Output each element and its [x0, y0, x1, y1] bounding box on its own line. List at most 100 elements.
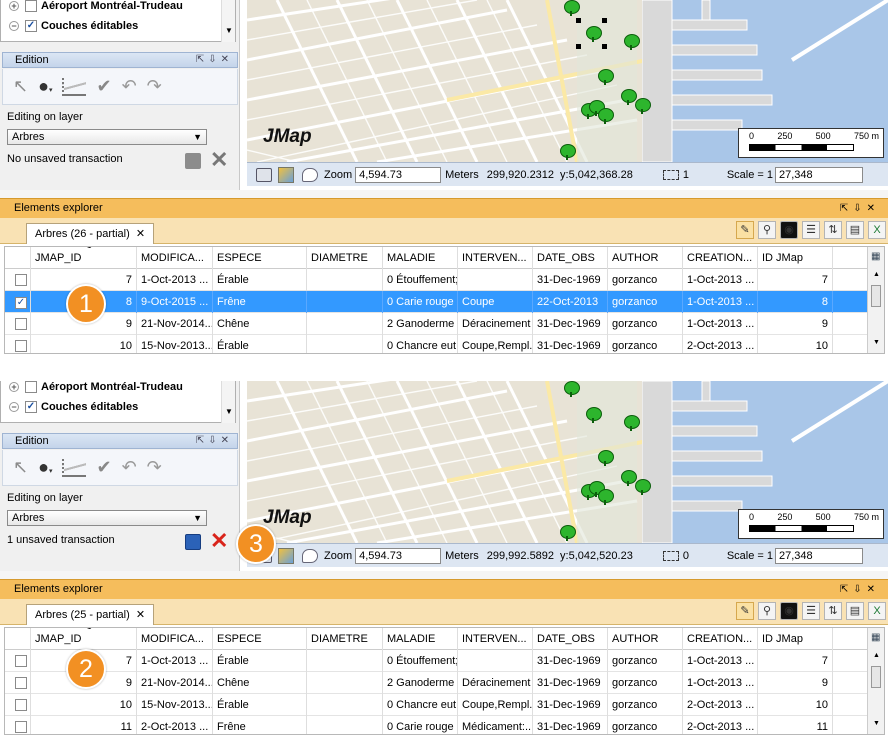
excel-icon[interactable]: X [868, 221, 886, 239]
row-checkbox[interactable] [15, 655, 27, 667]
map-legend-icon[interactable] [278, 166, 294, 183]
header-select-cell[interactable] [5, 628, 31, 650]
columns-chooser-icon[interactable]: ▦ [871, 251, 880, 262]
row-checkbox[interactable] [15, 318, 27, 330]
scroll-thumb[interactable] [871, 285, 881, 307]
grid-icon[interactable]: ▤ [846, 602, 864, 620]
grid-icon[interactable]: ▤ [846, 221, 864, 239]
tree-icon[interactable] [634, 479, 651, 495]
layer-tab[interactable]: Arbres (25 - partial) ✕ [26, 604, 155, 625]
close-icon[interactable]: ✕ [136, 228, 145, 240]
tree-icon[interactable] [623, 34, 640, 50]
tree-icon[interactable] [623, 415, 640, 431]
table-row[interactable]: 9 21-Nov-2014...Chêne 2 Ganoderme ...Dérac… [5, 313, 867, 335]
layer-scrollbar[interactable]: ▼ [221, 381, 235, 423]
columns-chooser-icon[interactable]: ▦ [871, 632, 880, 643]
columns-icon[interactable]: ☰ [802, 221, 820, 239]
expand-icon[interactable]: + [9, 1, 19, 11]
close-icon[interactable]: ✕ [136, 609, 145, 621]
layer-scrollbar[interactable]: ▼ [221, 0, 235, 42]
tree-icon[interactable] [559, 525, 576, 541]
panel-controls[interactable]: ⇱⇩✕ [196, 54, 233, 65]
column-header[interactable]: DATE_OBS [533, 247, 608, 269]
row-checkbox[interactable] [15, 677, 27, 689]
map-legend-icon[interactable] [278, 547, 294, 564]
point-icon[interactable]: ●▾ [38, 76, 52, 97]
tree-icon[interactable] [597, 69, 614, 85]
column-header[interactable]: CREATION... [683, 247, 758, 269]
column-header[interactable]: JMAP_ID [31, 247, 137, 269]
panel-controls[interactable]: ⇱⇩✕ [196, 435, 233, 446]
zoom-to-icon[interactable]: ◉ [780, 221, 798, 239]
layer-row[interactable]: + Aéroport Montréal-Trudeau [9, 378, 183, 396]
columns-icon[interactable]: ☰ [802, 602, 820, 620]
zoom-input[interactable]: 4,594.73 [355, 166, 442, 183]
layer-checkbox[interactable]: ✓ [25, 401, 37, 413]
edit-node-icon[interactable]: ✔ [96, 457, 111, 478]
zoom-input[interactable]: 4,594.73 [355, 547, 442, 564]
magnifier-icon[interactable]: ⚲ [758, 221, 776, 239]
excel-icon[interactable]: X [868, 602, 886, 620]
undo-icon[interactable]: ↶ [122, 457, 137, 478]
redo-icon[interactable]: ↷ [147, 457, 162, 478]
tree-icon[interactable] [597, 489, 614, 505]
undo-icon[interactable]: ↶ [122, 76, 137, 97]
tree-icon[interactable] [597, 108, 614, 124]
column-header[interactable]: MODIFICA... [137, 628, 213, 650]
column-header[interactable]: MALADIE [383, 628, 458, 650]
selection-handle[interactable] [576, 18, 581, 23]
layer-checkbox[interactable] [25, 0, 37, 12]
scroll-thumb[interactable] [871, 666, 881, 688]
tooltip-icon[interactable] [302, 548, 318, 563]
tree-icon[interactable] [634, 98, 651, 114]
table-scrollbar[interactable]: ▦ ▲ ▼ [867, 628, 884, 734]
table-row[interactable]: 10 15-Nov-2013... Érable 0 Chancre eut... Co… [5, 335, 867, 353]
table-row[interactable]: ✓ 8 9-Oct-2015 ... Frêne 0 Carie rouge ... Co… [5, 291, 867, 313]
sort-icon[interactable]: ⇅ [824, 221, 842, 239]
layer-row[interactable]: + Aéroport Montréal-Trudeau [9, 0, 183, 15]
table-row[interactable]: 10 15-Nov-2013... Érable 0 Chancre eut... Co… [5, 694, 867, 716]
layer-select[interactable]: Arbres ▼ [7, 129, 207, 145]
column-header[interactable]: JMAP_ID [31, 628, 137, 650]
pencil-icon[interactable]: ✎ [736, 602, 754, 620]
row-checkbox[interactable]: ✓ [15, 297, 27, 309]
layer-row[interactable]: − ✓ Couches éditables [9, 398, 138, 416]
splitter[interactable] [0, 571, 888, 579]
column-header[interactable]: INTERVEN... [458, 628, 533, 650]
layer-row[interactable]: − ✓ Couches éditables [9, 17, 138, 35]
table-row[interactable]: 71-Oct-2013 ...Érable0 Étouffement;...31… [5, 650, 867, 672]
column-header[interactable]: CREATION... [683, 628, 758, 650]
column-header[interactable]: DATE_OBS [533, 628, 608, 650]
table-row[interactable]: 11 2-Oct-2013 ... Frêne 0 Carie rouge ... Mé… [5, 716, 867, 734]
table-row[interactable]: 9 21-Nov-2014...Chêne 2 Ganoderme ...Dérac… [5, 672, 867, 694]
zoom-to-icon[interactable]: ◉ [780, 602, 798, 620]
save-icon[interactable] [185, 534, 201, 550]
edit-node-icon[interactable]: ✔ [96, 76, 111, 97]
collapse-icon[interactable]: − [9, 402, 19, 412]
column-header[interactable]: DIAMETRE [307, 628, 383, 650]
tooltip-icon[interactable] [302, 167, 318, 182]
column-header[interactable]: AUTHOR [608, 628, 683, 650]
column-header[interactable]: AUTHOR [608, 247, 683, 269]
scroll-down-icon[interactable]: ▼ [873, 720, 880, 727]
column-header[interactable]: ID JMap [758, 247, 833, 269]
selection-handle[interactable] [602, 18, 607, 23]
column-header[interactable]: ID JMap [758, 628, 833, 650]
pencil-icon[interactable]: ✎ [736, 221, 754, 239]
table-scrollbar[interactable]: ▦ ▲ ▼ [867, 247, 884, 353]
row-checkbox[interactable] [15, 699, 27, 711]
redo-icon[interactable]: ↷ [147, 76, 162, 97]
magnifier-icon[interactable]: ⚲ [758, 602, 776, 620]
tree-icon[interactable] [563, 381, 580, 397]
column-header[interactable]: DIAMETRE [307, 247, 383, 269]
layer-tab[interactable]: Arbres (26 - partial) ✕ [26, 223, 155, 244]
select-arrow-icon[interactable]: ↖ [13, 457, 28, 478]
layer-checkbox[interactable] [25, 381, 37, 393]
column-header[interactable]: MALADIE [383, 247, 458, 269]
scroll-down-icon[interactable]: ▼ [873, 339, 880, 346]
tree-icon[interactable] [585, 26, 602, 42]
save-icon[interactable] [185, 153, 201, 169]
header-select-cell[interactable] [5, 247, 31, 269]
column-header[interactable]: INTERVEN... [458, 247, 533, 269]
layer-select[interactable]: Arbres ▼ [7, 510, 207, 526]
